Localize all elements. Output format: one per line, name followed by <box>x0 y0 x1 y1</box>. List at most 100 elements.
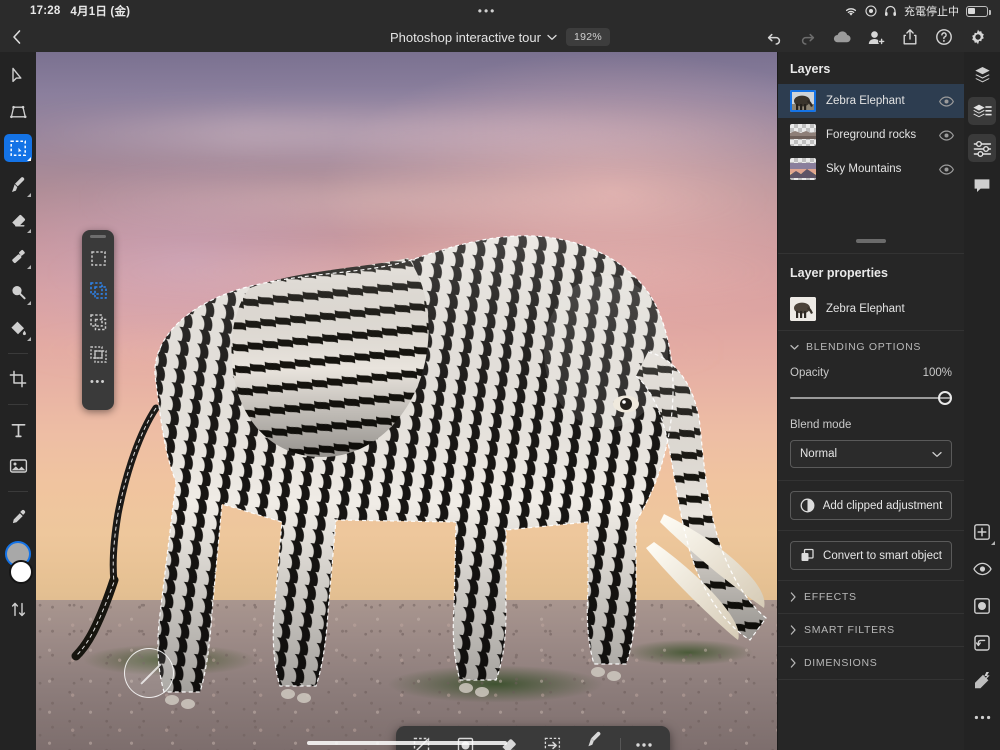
opacity-value: 100% <box>923 367 952 379</box>
add-clipped-adjustment-label: Add clipped adjustment <box>823 500 943 512</box>
color-swatches[interactable] <box>3 541 33 587</box>
brush-tool[interactable] <box>4 170 32 198</box>
photoshop-ipad-app: 17:28 4月1日 (金) ••• 充電停止中 Photosho <box>0 0 1000 750</box>
eye-icon[interactable] <box>938 161 954 177</box>
selection-mode-subtract[interactable] <box>86 310 110 334</box>
layer-thumbnail <box>790 90 816 112</box>
chevron-down-icon <box>790 344 799 351</box>
more-button[interactable]: More <box>623 741 667 750</box>
smart-filters-section[interactable]: SMART FILTERS <box>778 614 964 646</box>
toggle-visibility-button[interactable] <box>968 555 996 583</box>
smart-object-icon <box>800 548 815 563</box>
rail-divider-3 <box>8 491 28 492</box>
layer-row-zebra-elephant[interactable]: Zebra Elephant <box>778 84 964 118</box>
selection-options-palette[interactable]: ••• <box>82 230 114 410</box>
active-layer-thumbnail <box>790 297 816 321</box>
blend-mode-label: Blend mode <box>790 419 851 431</box>
swap-colors-button[interactable] <box>4 595 32 623</box>
opacity-label: Opacity <box>790 367 829 379</box>
selection-mode-intersect[interactable] <box>86 342 110 366</box>
eraser-tool[interactable] <box>4 206 32 234</box>
convert-to-smart-object-label: Convert to smart object <box>823 550 942 562</box>
crop-tool[interactable] <box>4 365 32 393</box>
smart-filters-label: SMART FILTERS <box>804 624 895 636</box>
eyedropper-tool[interactable] <box>4 503 32 531</box>
rail-divider-2 <box>8 404 28 405</box>
duplicate-layer-button[interactable] <box>968 629 996 657</box>
effects-section[interactable]: EFFECTS <box>778 581 964 613</box>
context-action-toolbar: Deselect Mask Erase Invert Refine edge <box>396 726 670 750</box>
status-time: 17:28 <box>30 5 60 17</box>
dimensions-label: DIMENSIONS <box>804 657 878 669</box>
panel-resize-grip[interactable] <box>856 239 886 243</box>
right-tool-rail <box>964 52 1000 750</box>
settings-button[interactable] <box>968 27 988 47</box>
drag-grip-icon[interactable] <box>90 235 106 238</box>
selection-tool[interactable] <box>4 134 32 162</box>
comments-button[interactable] <box>968 171 996 199</box>
invert-button[interactable]: Invert <box>531 736 575 750</box>
layer-mask-button[interactable] <box>968 592 996 620</box>
eye-icon[interactable] <box>938 127 954 143</box>
back-button[interactable] <box>0 22 34 52</box>
home-indicator <box>307 741 507 745</box>
eye-icon[interactable] <box>938 93 954 109</box>
divider-above-adjustment <box>778 480 964 481</box>
add-clipped-adjustment-button[interactable]: Add clipped adjustment <box>790 491 952 520</box>
fill-tool[interactable] <box>4 314 32 342</box>
active-layer-name: Zebra Elephant <box>826 303 905 315</box>
effects-label: EFFECTS <box>804 591 857 603</box>
selection-mode-add[interactable] <box>86 278 110 302</box>
transform-tool[interactable] <box>4 98 32 126</box>
headphones-icon <box>884 5 897 17</box>
opacity-slider[interactable] <box>790 391 952 405</box>
add-layer-button[interactable] <box>968 518 996 546</box>
left-tool-rail <box>0 52 36 750</box>
app-top-toolbar: Photoshop interactive tour 192% <box>0 22 1000 52</box>
refine-edge-button[interactable]: Refine edge <box>574 730 618 750</box>
battery-status-text: 充電停止中 <box>904 3 959 19</box>
zebra-elephant-artwork[interactable] <box>36 52 777 750</box>
adjustments-button[interactable] <box>968 134 996 162</box>
more-layer-actions-button[interactable] <box>968 703 996 731</box>
selection-mode-new[interactable] <box>86 246 110 270</box>
selection-palette-more-button[interactable]: ••• <box>90 376 106 388</box>
place-image-tool[interactable] <box>4 452 32 480</box>
opacity-slider-knob[interactable] <box>938 391 952 405</box>
chevron-down-icon <box>932 451 942 458</box>
share-button[interactable] <box>900 27 920 47</box>
layer-row-sky-mountains[interactable]: Sky Mountains <box>778 152 964 186</box>
rail-divider-1 <box>8 353 28 354</box>
invite-button[interactable] <box>866 27 886 47</box>
undo-button[interactable] <box>764 27 784 47</box>
battery-icon <box>966 6 988 17</box>
blending-options-section-header[interactable]: BLENDING OPTIONS <box>778 331 964 363</box>
artboard-canvas[interactable]: ••• Deselect Mask Erase Invert <box>36 52 777 750</box>
status-date: 4月1日 (金) <box>70 3 130 19</box>
layer-row-foreground-rocks[interactable]: Foreground rocks <box>778 118 964 152</box>
layer-thumbnail <box>790 158 816 180</box>
clone-stamp-tool[interactable] <box>4 242 32 270</box>
background-color-swatch[interactable] <box>9 560 33 584</box>
elephant-eye <box>613 396 639 413</box>
redo-button[interactable] <box>798 27 818 47</box>
layer-thumbnail <box>790 124 816 146</box>
cloud-sync-button[interactable] <box>832 27 852 47</box>
status-bar-left: 17:28 4月1日 (金) <box>0 3 130 19</box>
document-title-menu[interactable]: Photoshop interactive tour <box>390 30 557 45</box>
layers-panel-title: Layers <box>778 52 964 84</box>
blend-mode-select[interactable]: Normal <box>790 440 952 468</box>
layers-stack-button[interactable] <box>968 60 996 88</box>
quick-actions-button[interactable] <box>968 666 996 694</box>
blend-mode-row: Blend mode <box>778 409 964 433</box>
text-tool[interactable] <box>4 416 32 444</box>
chevron-right-icon <box>790 625 797 635</box>
layers-panel-button[interactable] <box>968 97 996 125</box>
screen-record-icon <box>865 5 877 17</box>
help-button[interactable] <box>934 27 954 47</box>
move-tool[interactable] <box>4 62 32 90</box>
dimensions-section[interactable]: DIMENSIONS <box>778 647 964 679</box>
blur-tool[interactable] <box>4 278 32 306</box>
zoom-level-badge[interactable]: 192% <box>566 28 610 46</box>
convert-to-smart-object-button[interactable]: Convert to smart object <box>790 541 952 570</box>
